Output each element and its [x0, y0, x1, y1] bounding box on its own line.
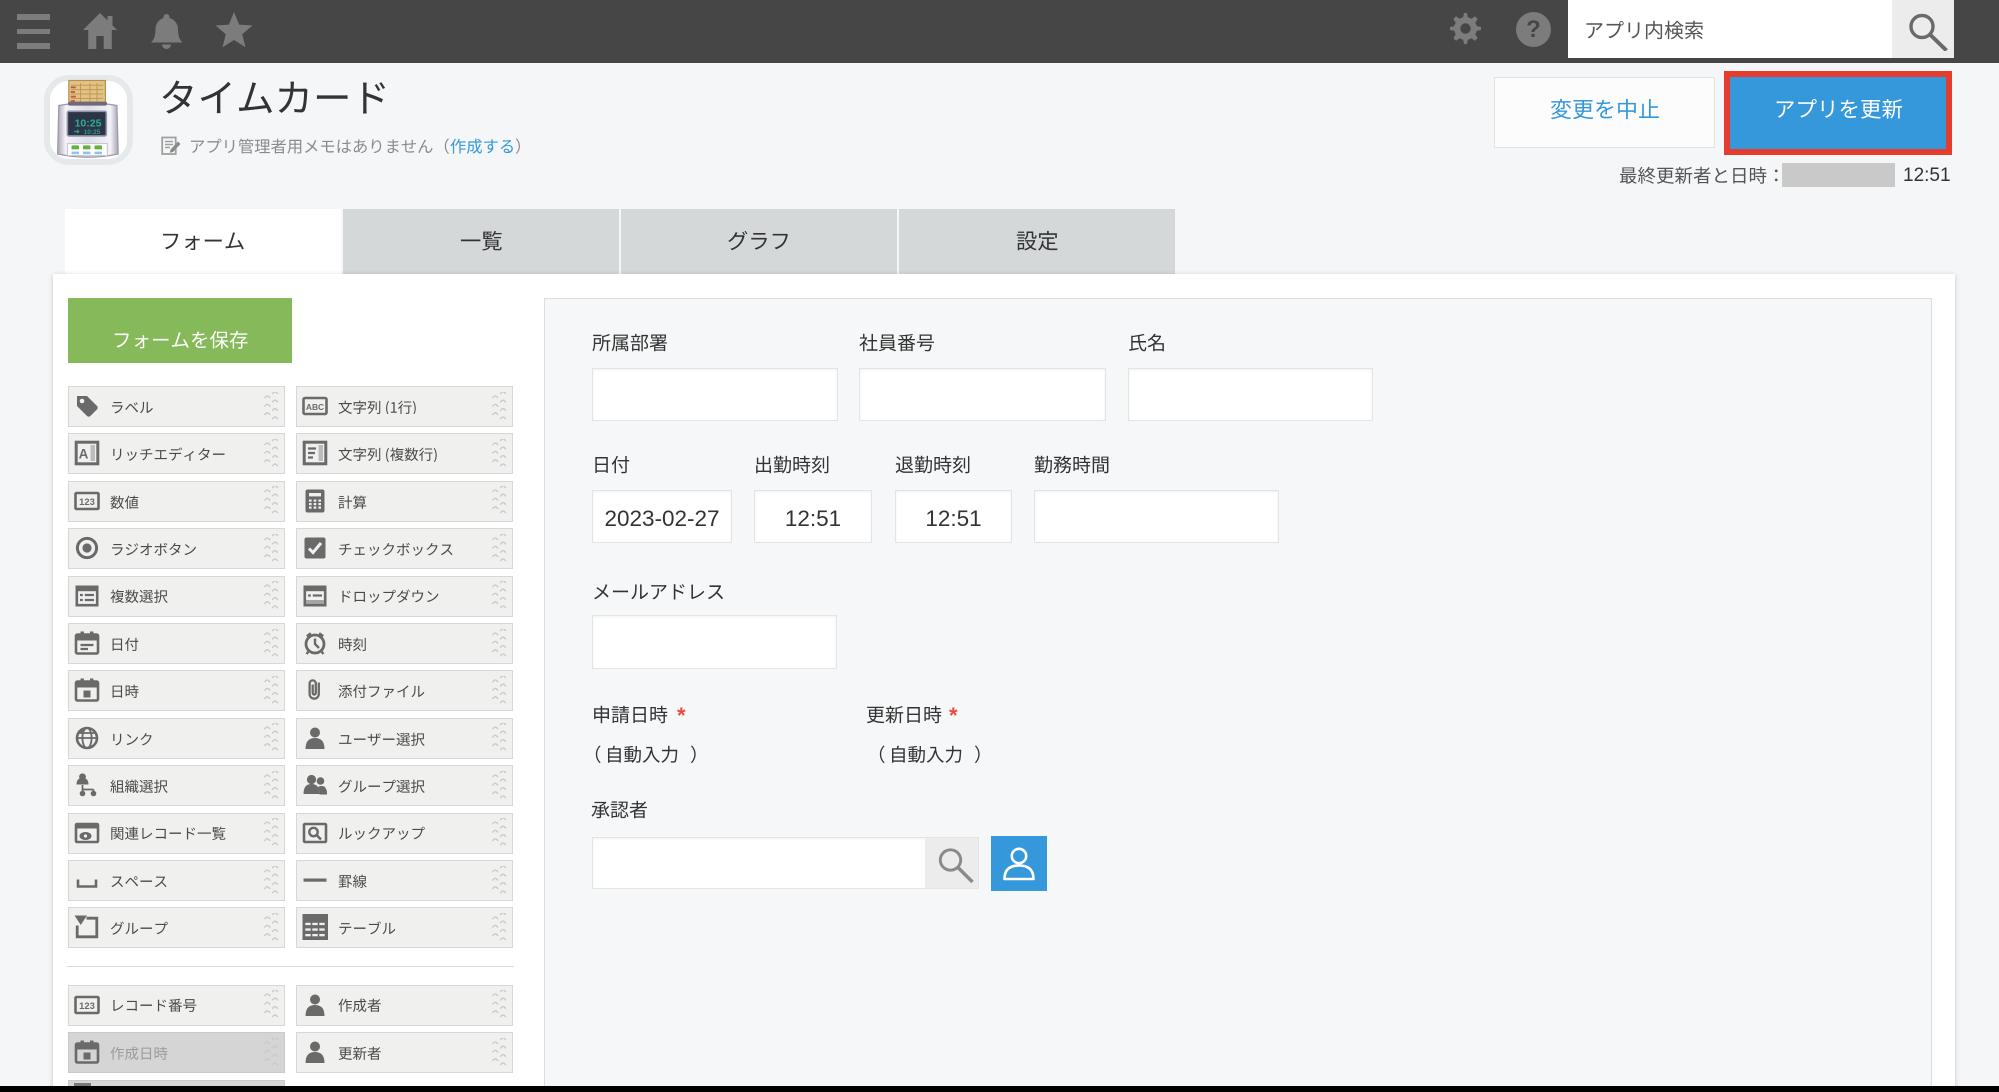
svg-text:ABC: ABC — [306, 402, 324, 412]
svg-text:A: A — [79, 447, 89, 462]
svg-text:123: 123 — [79, 1000, 95, 1011]
svg-text:10:25: 10:25 — [75, 118, 102, 130]
svg-text:123: 123 — [79, 496, 95, 507]
svg-text:10:25: 10:25 — [84, 129, 101, 136]
